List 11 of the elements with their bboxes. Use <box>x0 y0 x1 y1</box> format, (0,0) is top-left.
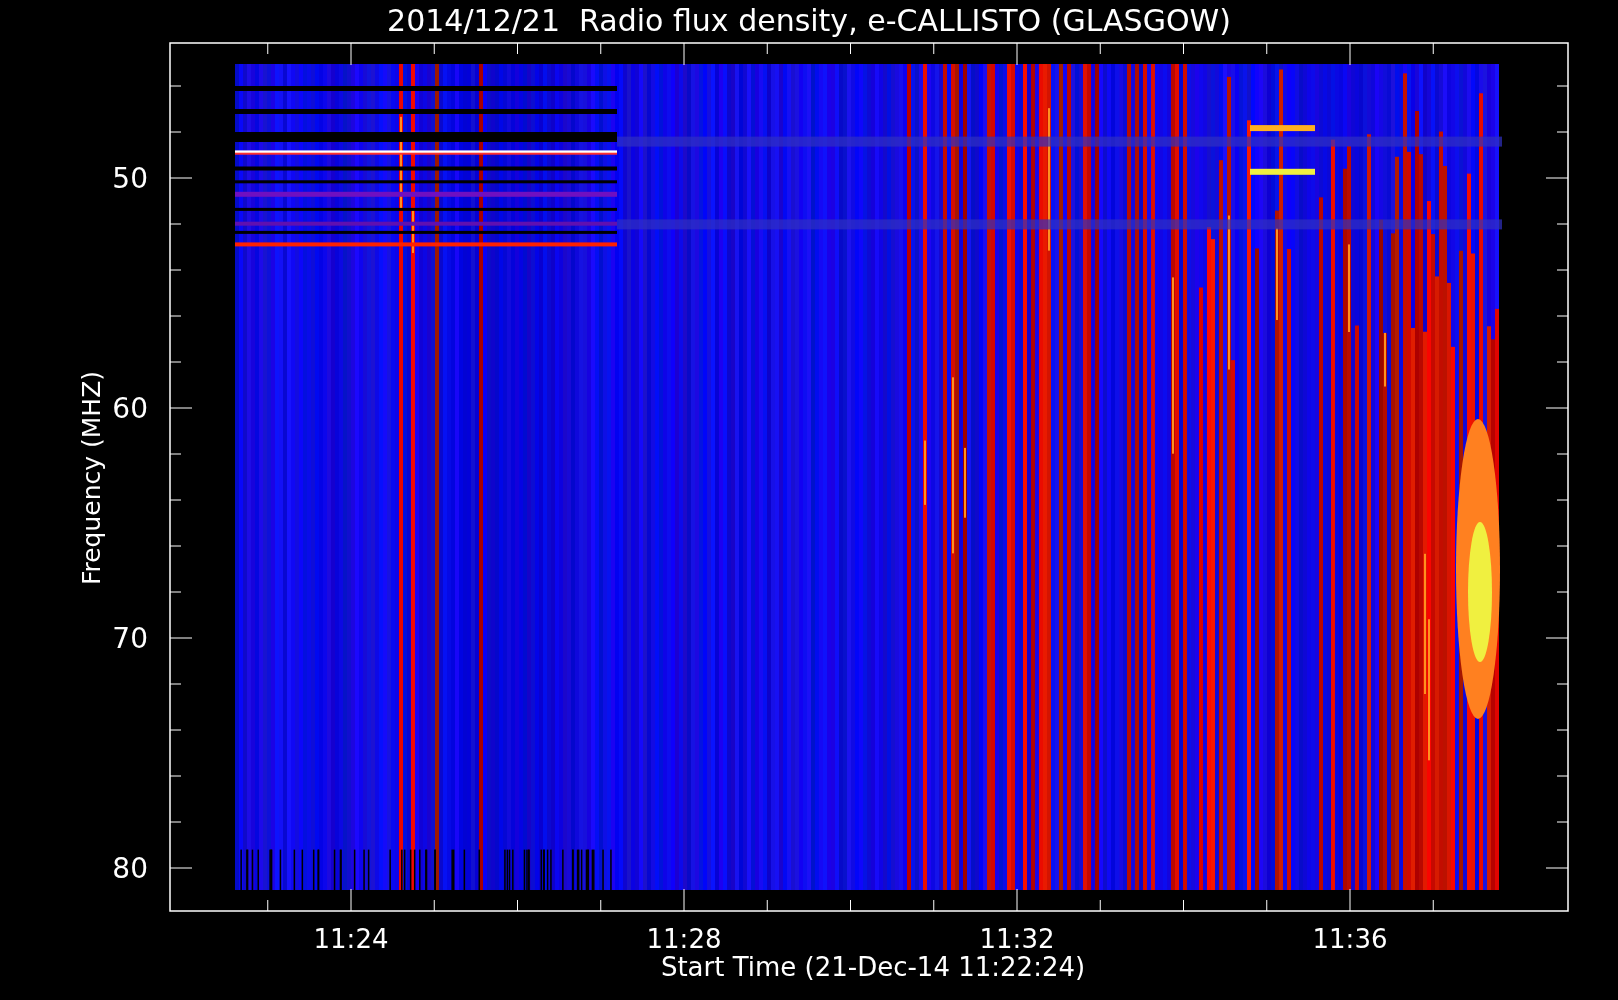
y-tick-label: 50 <box>112 162 148 195</box>
y-tick-label: 60 <box>112 392 148 425</box>
x-tick-label: 11:36 <box>1312 924 1388 954</box>
x-axis-label: Start Time (21-Dec-14 11:22:24) <box>660 952 1086 982</box>
chart-title: 2014/12/21 Radio flux density, e-CALLISTO (GLASGOW) <box>387 6 1231 36</box>
y-axis-label: Frequency (MHZ) <box>77 370 106 586</box>
y-tick-label: 70 <box>112 622 148 655</box>
x-tick-label: 11:32 <box>979 924 1055 954</box>
x-tick-label: 11:28 <box>646 924 722 954</box>
y-tick-label: 80 <box>112 852 148 885</box>
x-tick-label: 11:24 <box>313 924 389 954</box>
